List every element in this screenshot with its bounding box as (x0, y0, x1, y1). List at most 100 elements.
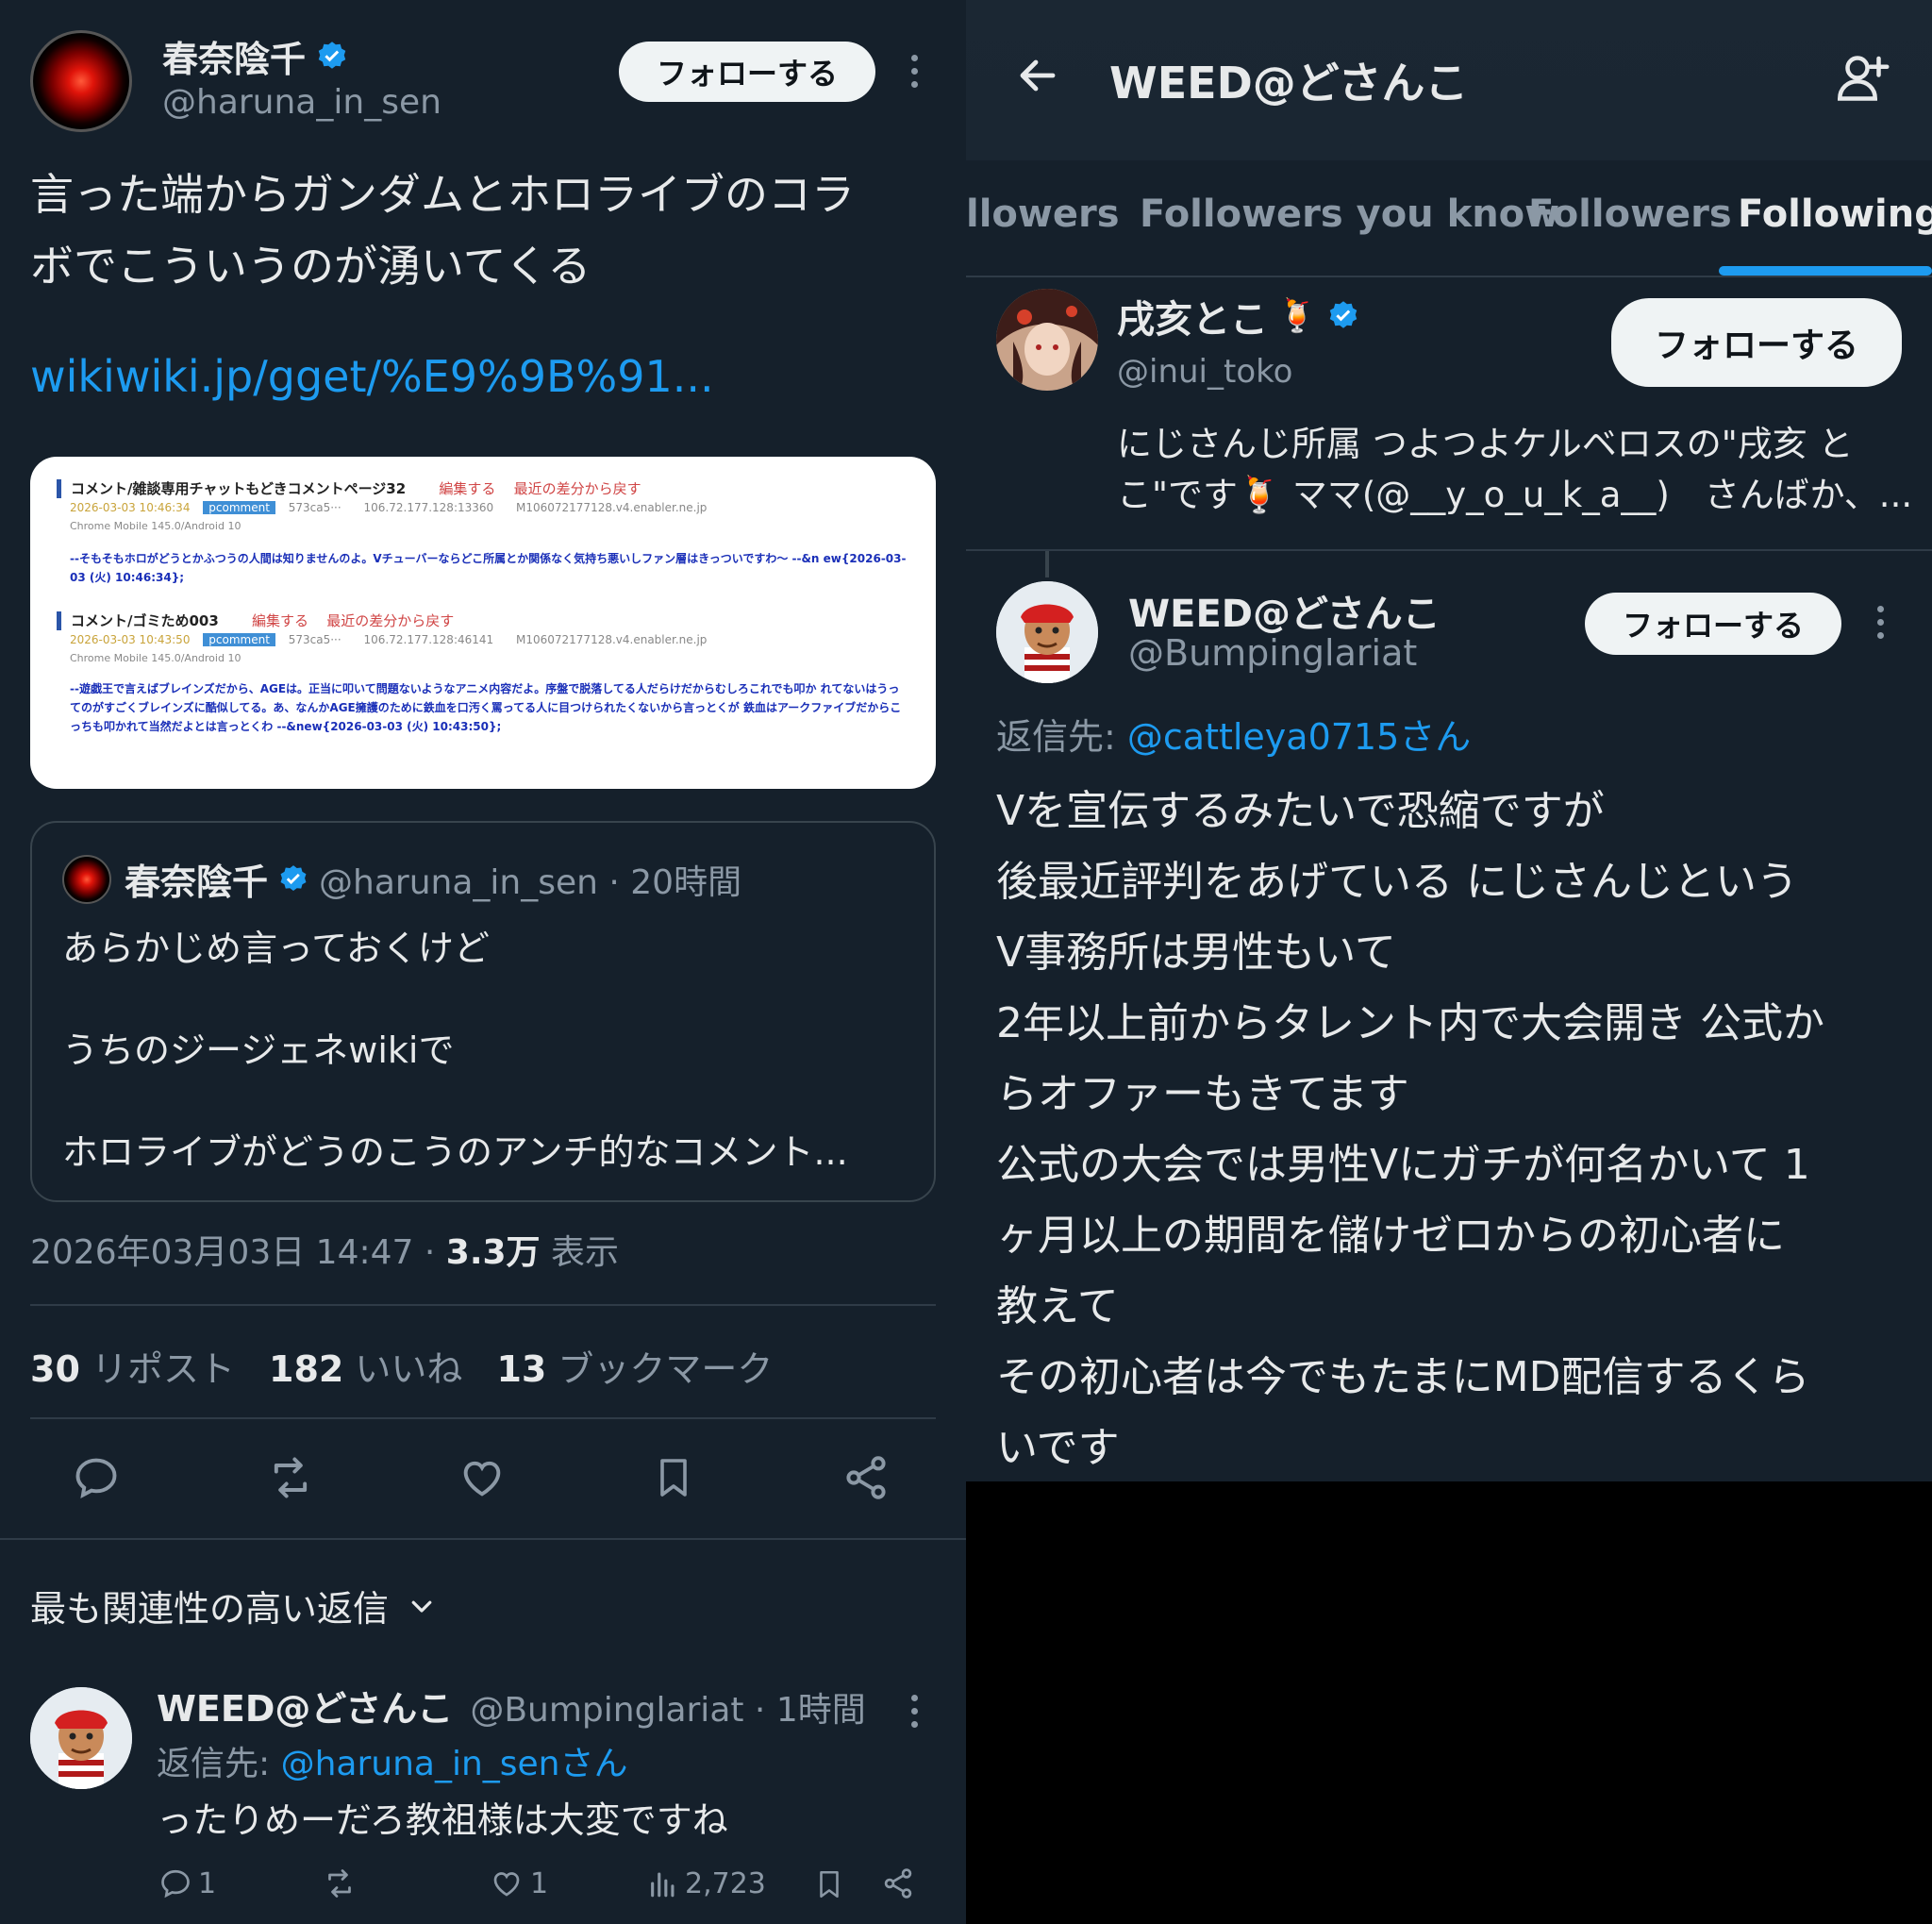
reply-handle-time[interactable]: @Bumpinglariat · 1時間 (470, 1691, 865, 1730)
tweet-timestamp[interactable]: 2026年03月03日 14:47 · (30, 1233, 446, 1272)
verified-badge-icon (1326, 299, 1360, 333)
embed-row1-date: 2026-03-03 10:46:34 (70, 501, 191, 514)
reply-sort-dropdown[interactable]: 最も関連性の高い返信 (30, 1580, 436, 1631)
more-options-icon[interactable] (909, 1695, 919, 1728)
embed-row2-diff: 最近の差分から戻す (326, 612, 455, 629)
embed-row1-title: コメント/雑談専用チャットもどきコメントページ32 (71, 480, 407, 497)
embed-row1-tag: pcomment (203, 501, 275, 514)
follow-button[interactable]: フォローする (1611, 298, 1902, 387)
bookmark-icon[interactable] (813, 1866, 845, 1902)
like-icon (493, 1872, 520, 1897)
embed-row1-edit: 編集する (439, 480, 496, 497)
quoted-line: ホロライブがどうのこうのアンチ的なコメント... (62, 1131, 848, 1173)
reply-to-prefix: 返信先: (996, 716, 1127, 758)
author-name[interactable]: 春奈陰千 (162, 30, 306, 82)
chevron-down-icon (408, 1592, 436, 1620)
likes-stat[interactable]: 182 いいね (269, 1340, 462, 1392)
user-avatar-inui-toko[interactable] (996, 289, 1098, 391)
tweet-body-line: V事務所は男性もいて (996, 929, 1396, 977)
right-profile-panel: WEED@どさんこ llowers Followers you know Fol… (966, 0, 1932, 1481)
reply-to-prefix: 返信先: (157, 1745, 281, 1783)
bookmarks-stat[interactable]: 13 ブックマーク (496, 1340, 773, 1392)
reply-sort-label: 最も関連性の高い返信 (30, 1588, 390, 1630)
tabs-divider (966, 276, 1932, 277)
embed-row2-text: --遊戯王で言えばブレインズだから、AGEは。正当に叩いて問題ないようなアニメ内… (70, 682, 902, 733)
active-tab-indicator (1719, 266, 1932, 276)
like-icon[interactable] (457, 1453, 508, 1502)
tweet-body-line: Vを宣伝するみたいで恐縮ですが (996, 787, 1605, 835)
repost-icon[interactable] (321, 1866, 358, 1900)
more-options-icon[interactable] (909, 55, 919, 88)
reply-reply-count: 1 (198, 1866, 217, 1900)
embed-row2-title: コメント/ゴミため003 (71, 612, 219, 629)
header-title: WEED@どさんこ (1109, 58, 1469, 109)
divider (30, 1304, 936, 1306)
share-icon[interactable] (841, 1453, 891, 1502)
analytics-icon (651, 1872, 675, 1898)
user-bio-line: にじさんじ所属 つよつよケルベロスの"戌亥 と (1117, 424, 1854, 464)
tweet-author-handle[interactable]: @Bumpinglariat (1128, 632, 1417, 674)
embed-row2-edit: 編集する (252, 612, 309, 629)
share-icon[interactable] (881, 1866, 915, 1900)
reply-to-handle[interactable]: @cattleya0715さん (1127, 716, 1471, 758)
section-divider (0, 1538, 966, 1540)
tweet-body-line: 2年以上前からタレント内で大会開き 公式か (996, 999, 1824, 1047)
tab-followers[interactable]: Followers (1528, 192, 1732, 236)
tweet-body-line: 後最近評判をあげている にじさんじという (996, 858, 1798, 906)
back-arrow-icon[interactable] (1011, 53, 1064, 98)
reply-like-action[interactable]: 1 (489, 1866, 548, 1900)
follow-button[interactable]: フォローする (619, 42, 875, 102)
left-tweet-panel: 春奈陰千 @haruna_in_sen フォローする 言った端からガンダムとホロ… (0, 0, 966, 1924)
cocktail-icon: 🍹 (1277, 297, 1318, 335)
tab-followers-partial[interactable]: llowers (966, 192, 1120, 236)
user-handle[interactable]: @inui_toko (1117, 353, 1292, 391)
follow-button[interactable]: フォローする (1585, 593, 1841, 655)
tweet-body-line: らオファーもきてます (996, 1070, 1409, 1118)
embed-row1-ua: Chrome Mobile 145.0/Android 10 (70, 520, 242, 532)
quoted-author-name: 春奈陰千 (125, 862, 269, 903)
tweet-body-line: 言った端からガンダムとホロライブのコラ (30, 169, 855, 220)
embed-row1-diff: 最近の差分から戻す (513, 480, 641, 497)
thread-connector (1045, 551, 1049, 577)
tweet-body-line: ヶ月以上の期間を儲けゼロからの初心者に (996, 1212, 1785, 1260)
tweet-body-line: いです (996, 1424, 1120, 1472)
attached-image[interactable]: コメント/雑談専用チャットもどきコメントページ32 編集する 最近の差分から戻す… (30, 457, 936, 789)
tweet-body-line: 教えて (996, 1282, 1119, 1330)
reply-author-name[interactable]: WEED@どさんこ (157, 1688, 453, 1730)
repost-icon[interactable] (264, 1453, 317, 1502)
add-user-icon[interactable] (1832, 49, 1892, 106)
embed-row1-id: 573ca5··· (288, 501, 341, 514)
author-avatar[interactable] (30, 30, 132, 132)
user-name[interactable]: 戌亥とこ (1117, 289, 1268, 343)
embed-row1-host: M106072177128.v4.enabler.ne.jp (516, 501, 708, 514)
author-handle[interactable]: @haruna_in_sen (162, 83, 441, 122)
views-count: 3.3万 (445, 1233, 541, 1272)
bookmark-icon[interactable] (651, 1451, 696, 1504)
reply-views-action[interactable]: 2,723 (647, 1866, 766, 1900)
quoted-line: うちのジージェネwikiで (62, 1029, 455, 1071)
tweet-author-name[interactable]: WEED@どさんこ (1128, 583, 1441, 638)
more-options-icon[interactable] (1875, 606, 1885, 639)
tab-following[interactable]: Following (1738, 192, 1932, 236)
embed-row1-ip: 106.72.177.128:13360 (363, 501, 494, 514)
embed-row2-host: M106072177128.v4.enabler.ne.jp (516, 633, 708, 646)
reply-to-handle[interactable]: @haruna_in_senさん (281, 1745, 628, 1783)
reply-views-count: 2,723 (685, 1866, 766, 1900)
embed-row2-tag: pcomment (203, 633, 275, 646)
tab-followers-you-know[interactable]: Followers you know (1140, 192, 1559, 236)
quoted-handle-time: @haruna_in_sen · 20時間 (319, 862, 742, 902)
divider (30, 1417, 936, 1419)
embed-row2-id: 573ca5··· (288, 633, 341, 646)
user-bio-line: こ"です🍹 ママ(@__y_o_u_k_a__) さんばか、... (1117, 475, 1913, 515)
reply-reply-action[interactable]: 1 (158, 1866, 216, 1900)
reply-icon (161, 1869, 190, 1899)
tweet-body-line: 公式の大会では男性Vにガチが何名かいて 1 (996, 1141, 1810, 1189)
tweet-link[interactable]: wikiwiki.jp/gget/%E9%9B%91... (30, 351, 714, 402)
reposts-stat[interactable]: 30 リポスト (30, 1340, 235, 1392)
reply-author-avatar[interactable] (30, 1687, 132, 1789)
reply-icon[interactable] (72, 1453, 121, 1502)
embed-row2-date: 2026-03-03 10:43:50 (70, 633, 191, 646)
tweet-body-line: ボでこういうのが湧いてくる (30, 241, 591, 292)
embed-row2-ua: Chrome Mobile 145.0/Android 10 (70, 652, 242, 664)
tweet-author-avatar[interactable] (996, 581, 1098, 683)
